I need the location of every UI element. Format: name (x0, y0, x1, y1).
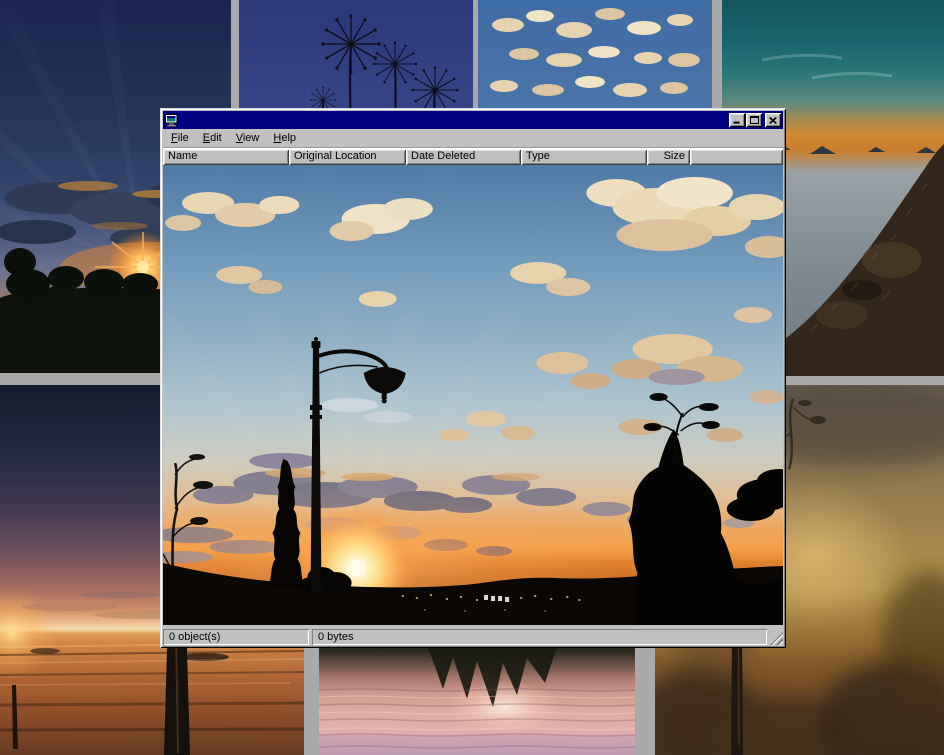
close-button[interactable] (765, 113, 781, 127)
computer-icon[interactable] (165, 113, 179, 127)
maximize-button[interactable] (746, 113, 762, 127)
resize-grip[interactable] (770, 632, 783, 645)
column-header-date-deleted[interactable]: Date Deleted (406, 149, 521, 165)
menu-bar: File Edit View Help (163, 129, 783, 147)
photo-viewport (163, 165, 783, 625)
column-header-original-location[interactable]: Original Location (289, 149, 406, 165)
maximize-icon (750, 116, 759, 124)
status-bytes: 0 bytes (312, 629, 767, 645)
minimize-icon (733, 117, 741, 124)
sunset-photo (163, 165, 783, 625)
menu-item-file[interactable]: File (164, 130, 196, 146)
menu-item-view[interactable]: View (229, 130, 267, 146)
column-header-row: Name Original Location Date Deleted Type… (163, 149, 783, 165)
window-titlebar[interactable] (163, 111, 783, 129)
column-header-filler (690, 149, 783, 165)
recycle-bin-window: File Edit View Help Name Original Locati… (160, 108, 786, 648)
status-bar: 0 object(s) 0 bytes (163, 625, 783, 645)
column-header-size[interactable]: Size (647, 149, 690, 165)
minimize-button[interactable] (729, 113, 745, 127)
column-header-type[interactable]: Type (521, 149, 647, 165)
menu-item-edit[interactable]: Edit (196, 130, 229, 146)
close-icon (769, 117, 777, 124)
menu-item-help[interactable]: Help (266, 130, 303, 146)
column-header-name[interactable]: Name (163, 149, 289, 165)
status-objects: 0 object(s) (163, 629, 309, 645)
